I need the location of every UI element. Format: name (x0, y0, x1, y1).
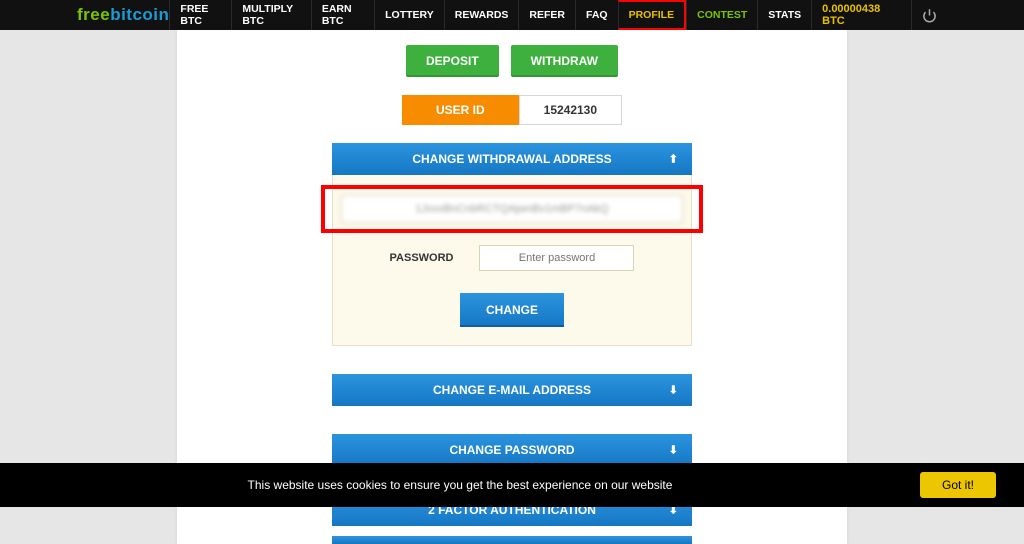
nav-profile[interactable]: PROFILE (618, 0, 687, 30)
nav-faq[interactable]: FAQ (575, 0, 618, 30)
panel-title: CHANGE WITHDRAWAL ADDRESS (412, 152, 611, 166)
panel-withdrawal-body: PASSWORD CHANGE (332, 175, 692, 346)
address-highlight-box (321, 185, 703, 233)
nav-multiply-btc[interactable]: MULTIPLY BTC (231, 0, 311, 30)
nav-earn-btc[interactable]: EARN BTC (311, 0, 374, 30)
user-id-label: USER ID (402, 95, 519, 125)
password-input[interactable] (479, 245, 634, 271)
panel-password[interactable]: CHANGE PASSWORD ⬇ (332, 434, 692, 466)
nav-refer[interactable]: REFER (518, 0, 575, 30)
nav-stats[interactable]: STATS (757, 0, 811, 30)
panel-withdrawal-address[interactable]: CHANGE WITHDRAWAL ADDRESS ⬆ (332, 143, 692, 175)
withdrawal-address-input[interactable] (341, 195, 683, 223)
cookie-accept-button[interactable]: Got it! (920, 472, 996, 498)
cookie-text: This website uses cookies to ensure you … (0, 478, 920, 492)
panel-title: CHANGE E-MAIL ADDRESS (433, 383, 591, 397)
cookie-banner: This website uses cookies to ensure you … (0, 463, 1024, 507)
arrow-down-icon: ⬇ (669, 444, 678, 457)
power-icon (922, 8, 937, 23)
logout-button[interactable] (911, 0, 947, 30)
arrow-up-icon: ⬆ (669, 153, 678, 166)
nav-rewards[interactable]: REWARDS (444, 0, 519, 30)
nav-lottery[interactable]: LOTTERY (374, 0, 444, 30)
user-id-row: USER ID 15242130 (177, 95, 847, 125)
change-button[interactable]: CHANGE (460, 293, 564, 327)
nav-free-btc[interactable]: FREE BTC (169, 0, 231, 30)
arrow-down-icon: ⬇ (669, 384, 678, 397)
user-id-value: 15242130 (519, 95, 622, 125)
balance-display: 0.00000438 BTC (811, 0, 911, 30)
nav-links: FREE BTC MULTIPLY BTC EARN BTC LOTTERY R… (169, 0, 811, 30)
panel-title: CHANGE PASSWORD (449, 443, 574, 457)
panel-partial (332, 536, 692, 544)
top-navbar: freebitcoin FREE BTC MULTIPLY BTC EARN B… (0, 0, 1024, 30)
deposit-button[interactable]: DEPOSIT (406, 45, 499, 77)
site-logo[interactable]: freebitcoin (77, 5, 169, 25)
nav-contest[interactable]: CONTEST (686, 0, 757, 30)
withdraw-button[interactable]: WITHDRAW (511, 45, 618, 77)
password-label: PASSWORD (390, 252, 454, 264)
panel-email[interactable]: CHANGE E-MAIL ADDRESS ⬇ (332, 374, 692, 406)
